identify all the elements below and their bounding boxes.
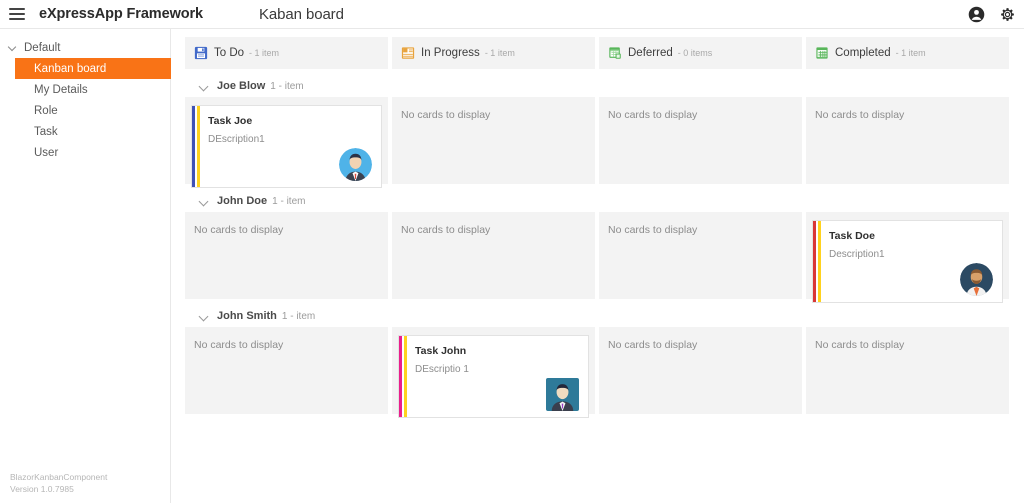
kanban-cell-empty[interactable]: No cards to display — [392, 97, 595, 184]
card-stripe-secondary — [197, 106, 200, 187]
sidebar-item-label: Task — [34, 125, 58, 138]
card-description: Description1 — [829, 249, 885, 260]
card-title: Task Joe — [208, 115, 253, 127]
kanban-column-count: - 0 items — [677, 48, 713, 58]
kanban-cell-empty[interactable]: No cards to display — [599, 212, 802, 299]
kanban-cell[interactable]: Task Joe DEscription1 — [185, 97, 388, 188]
swimlane-john-doe: John Doe 1 - item No cards to display No… — [185, 190, 1014, 303]
kanban-card-task-joe[interactable]: Task Joe DEscription1 — [191, 105, 382, 188]
card-title: Task Doe — [829, 230, 875, 242]
card-title: Task John — [415, 345, 467, 357]
kanban-cell[interactable]: Task Doe Description1 — [806, 212, 1009, 303]
kanban-column-name: In Progress — [421, 47, 480, 59]
kanban-column-headers: To Do - 1 item In Progress - 1 item Defe… — [185, 37, 1014, 69]
sidebar-item-label: User — [34, 146, 59, 159]
kanban-column-name: Deferred — [628, 47, 673, 59]
swimlane-count: 1 - item — [272, 195, 306, 207]
swimlane-cells: No cards to display No cards to display … — [185, 212, 1014, 303]
gear-icon[interactable] — [999, 6, 1016, 23]
kanban-cell-empty[interactable]: No cards to display — [806, 97, 1009, 184]
kanban-column-header-in-progress[interactable]: In Progress - 1 item — [392, 37, 595, 69]
avatar-john-smith — [546, 378, 579, 411]
component-name: BlazorKanbanComponent — [10, 472, 108, 483]
kanban-column-name: To Do — [214, 47, 245, 59]
swimlane-name: Joe Blow — [217, 80, 266, 92]
sidebar-item-my-details[interactable]: My Details — [0, 79, 170, 100]
sidebar-item-label: Role — [34, 104, 58, 117]
kanban-column-count: - 1 item — [484, 48, 515, 58]
kanban-cell-empty[interactable]: No cards to display — [185, 212, 388, 299]
sidebar-item-role[interactable]: Role — [0, 100, 170, 121]
kanban-board: To Do - 1 item In Progress - 1 item Defe… — [171, 29, 1024, 503]
topbar-actions — [968, 0, 1016, 29]
card-description: DEscriptio 1 — [415, 364, 469, 375]
avatar-joe-blow — [339, 148, 372, 181]
sidebar-item-label: My Details — [34, 83, 88, 96]
deferred-grid-icon — [609, 47, 621, 59]
component-version: Version 1.0.7985 — [10, 483, 74, 494]
page-title: Kaban board — [259, 5, 344, 23]
card-stripe-primary — [813, 221, 816, 302]
hamburger-icon[interactable] — [9, 8, 25, 20]
kanban-cell-empty[interactable]: No cards to display — [599, 97, 802, 184]
chevron-down-icon — [199, 196, 210, 207]
sidebar-group-default[interactable]: Default — [0, 38, 170, 58]
sidebar: Default Kanban board My Details Role Tas… — [0, 29, 171, 503]
kanban-column-count: - 1 item — [895, 48, 926, 58]
sidebar-item-label: Kanban board — [34, 62, 107, 75]
kanban-column-count: - 1 item — [249, 48, 280, 58]
card-stripe-primary — [399, 336, 402, 417]
app-brand-title: eXpressApp Framework — [39, 6, 204, 22]
swimlane-name: John Smith — [217, 310, 277, 322]
completed-grid-icon — [816, 47, 828, 59]
card-stripe-secondary — [818, 221, 821, 302]
kanban-cell-empty[interactable]: No cards to display — [806, 327, 1009, 414]
save-floppy-icon — [194, 46, 208, 60]
kanban-column-name: Completed — [835, 47, 891, 59]
chevron-down-icon — [199, 81, 210, 92]
avatar-john-doe — [960, 263, 993, 296]
kanban-column-header-completed[interactable]: Completed - 1 item — [806, 37, 1009, 69]
kanban-cell-empty[interactable]: No cards to display — [599, 327, 802, 414]
kanban-column-header-to-do[interactable]: To Do - 1 item — [185, 37, 388, 69]
swimlane-header[interactable]: John Doe 1 - item — [185, 190, 1014, 212]
in-progress-icon — [401, 47, 415, 59]
swimlane-name: John Doe — [217, 195, 268, 207]
sidebar-item-user[interactable]: User — [0, 142, 170, 163]
sidebar-footer: BlazorKanbanComponent Version 1.0.7985 — [10, 472, 107, 495]
sidebar-item-task[interactable]: Task — [0, 121, 170, 142]
swimlane-cells: Task Joe DEscription1 No cards to displa… — [185, 97, 1014, 188]
top-app-bar: eXpressApp Framework Kaban board — [0, 0, 1024, 29]
card-stripe-secondary — [404, 336, 407, 417]
kanban-card-task-doe[interactable]: Task Doe Description1 — [812, 220, 1003, 303]
kanban-column-header-deferred[interactable]: Deferred - 0 items — [599, 37, 802, 69]
swimlane-count: 1 - item — [281, 310, 316, 322]
kanban-card-task-john[interactable]: Task John DEscriptio 1 — [398, 335, 589, 418]
kanban-cell-empty[interactable]: No cards to display — [392, 212, 595, 299]
swimlane-john-smith: John Smith 1 - item No cards to display … — [185, 305, 1014, 418]
card-description: DEscription1 — [208, 134, 265, 145]
account-circle-icon[interactable] — [968, 6, 985, 23]
sidebar-item-kanban-board[interactable]: Kanban board — [15, 58, 171, 79]
kanban-cell[interactable]: Task John DEscriptio 1 — [392, 327, 595, 418]
swimlane-count: 1 - item — [270, 80, 304, 92]
swimlane-header[interactable]: Joe Blow 1 - item — [185, 75, 1014, 97]
card-stripe-primary — [192, 106, 195, 187]
swimlane-header[interactable]: John Smith 1 - item — [185, 305, 1014, 327]
chevron-down-icon — [8, 43, 18, 53]
chevron-down-icon — [199, 311, 210, 322]
kanban-cell-empty[interactable]: No cards to display — [185, 327, 388, 414]
swimlane-cells: No cards to display Task John DEscriptio… — [185, 327, 1014, 418]
sidebar-group-label: Default — [24, 42, 61, 54]
swimlane-joe-blow: Joe Blow 1 - item Task Joe DEscription1 — [185, 75, 1014, 188]
